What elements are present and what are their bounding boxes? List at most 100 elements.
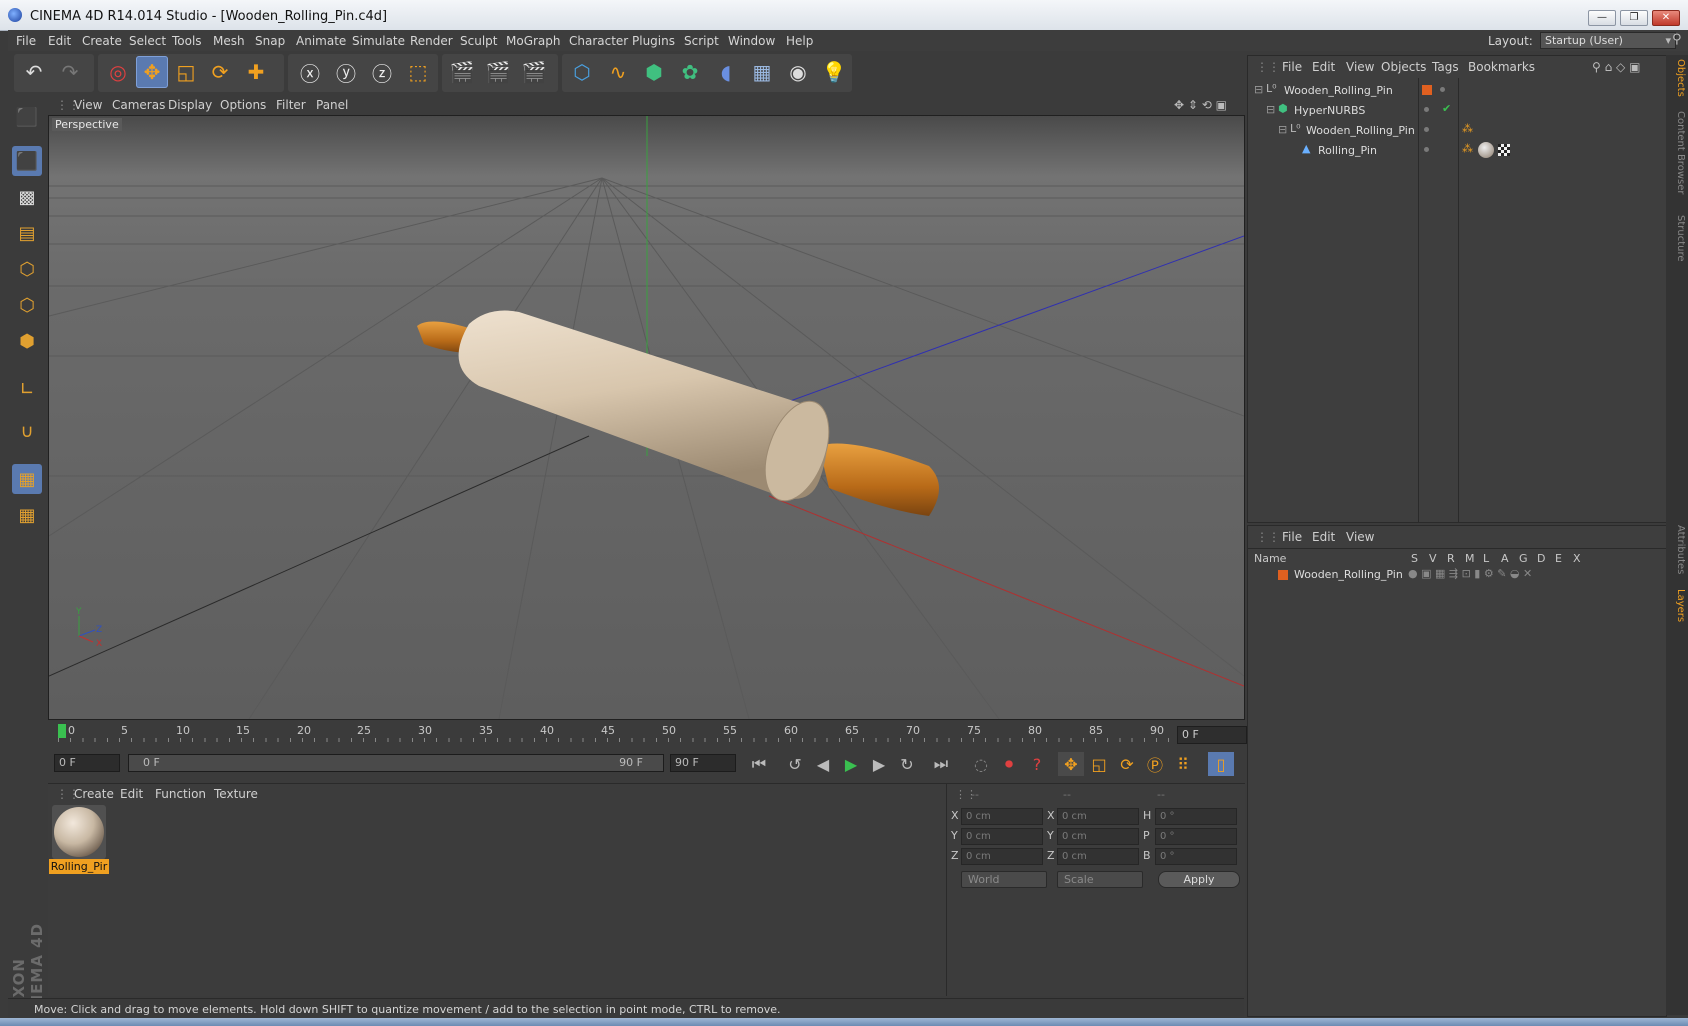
tab-structure[interactable]: Structure	[1668, 215, 1686, 262]
light-icon[interactable]: 💡	[818, 56, 850, 88]
end-frame-field[interactable]: 90 F	[670, 754, 736, 772]
object-name[interactable]: Wooden_Rolling_Pin	[1284, 84, 1393, 97]
recent-tool-icon[interactable]: ✚	[240, 56, 272, 88]
object-row[interactable]: ⊟ L⁰ Wooden_Rolling_Pin	[1248, 81, 1666, 100]
record-active-icon[interactable]: ◌	[968, 752, 994, 776]
menu-edit[interactable]: Edit	[48, 34, 71, 48]
material-name[interactable]: Rolling_Pir	[49, 859, 109, 874]
menu-sculpt[interactable]: Sculpt	[460, 34, 497, 48]
menu-script[interactable]: Script	[684, 34, 719, 48]
tab-objects[interactable]: Objects	[1668, 59, 1686, 97]
pos-y-field[interactable]: 0 cm	[961, 828, 1043, 845]
column-header-a[interactable]: A	[1501, 552, 1509, 565]
maximize-button[interactable]: ❐	[1620, 10, 1648, 26]
deformer-icon[interactable]: ◖	[710, 56, 742, 88]
menu-help[interactable]: Help	[786, 34, 813, 48]
uvw-tag-icon[interactable]	[1498, 144, 1510, 156]
tab-layers[interactable]: Layers	[1668, 589, 1686, 622]
enabled-check-icon[interactable]: ✔	[1442, 102, 1451, 115]
make-editable-icon[interactable]: ⬛	[12, 102, 42, 132]
menu-simulate[interactable]: Simulate	[352, 34, 405, 48]
snap-icon[interactable]: ∪	[12, 416, 42, 446]
object-menu-objects[interactable]: Objects	[1381, 60, 1426, 74]
key-rotation-icon[interactable]: ⟳	[1114, 752, 1140, 776]
go-to-start-icon[interactable]: ⏮	[746, 752, 772, 776]
start-frame-field[interactable]: 0 F	[54, 754, 120, 772]
collapse-icon[interactable]: ⊟	[1254, 83, 1263, 96]
material-menu-edit[interactable]: Edit	[120, 787, 143, 801]
column-header-x[interactable]: X	[1573, 552, 1581, 565]
menu-render[interactable]: Render	[410, 34, 453, 48]
column-header-r[interactable]: R	[1447, 552, 1455, 565]
size-z-field[interactable]: 0 cm	[1057, 848, 1139, 865]
undo-icon[interactable]: ↶	[18, 56, 50, 88]
key-parameter-icon[interactable]: Ⓟ	[1142, 752, 1168, 776]
visibility-dot[interactable]	[1440, 87, 1445, 92]
column-header-d[interactable]: D	[1537, 552, 1545, 565]
layer-menu-file[interactable]: File	[1282, 530, 1302, 544]
collapse-icon[interactable]: ⊟	[1266, 103, 1275, 116]
phong-tag-icon[interactable]: ⁂	[1462, 142, 1473, 155]
column-header-v[interactable]: V	[1429, 552, 1437, 565]
object-manager-tools-icons[interactable]: ⚲ ⌂ ◇ ▣	[1592, 60, 1640, 74]
pos-x-field[interactable]: 0 cm	[961, 808, 1043, 825]
rot-h-field[interactable]: 0 °	[1155, 808, 1237, 825]
viewport-menu-options[interactable]: Options	[220, 98, 266, 112]
y-axis-lock-icon[interactable]: ⓨ	[330, 56, 362, 88]
collapse-icon[interactable]: ⊟	[1278, 123, 1287, 136]
viewport-menu-display[interactable]: Display	[168, 98, 212, 112]
play-icon[interactable]: ▶	[838, 752, 864, 776]
model-mode-icon[interactable]: ⬛	[12, 146, 42, 176]
visibility-dot[interactable]	[1424, 107, 1429, 112]
current-frame-field[interactable]: 0 F	[1177, 726, 1247, 744]
menu-select[interactable]: Select	[129, 34, 166, 48]
locked-workplane-icon[interactable]: ▦	[12, 500, 42, 530]
redo-icon[interactable]: ↷	[54, 56, 86, 88]
object-name[interactable]: Rolling_Pin	[1318, 144, 1377, 157]
layer-name[interactable]: Wooden_Rolling_Pin	[1294, 568, 1403, 581]
render-settings-icon[interactable]: 🎬	[518, 56, 550, 88]
camera-icon[interactable]: ◉	[782, 56, 814, 88]
layer-color-swatch[interactable]	[1278, 570, 1288, 580]
array-icon[interactable]: ✿	[674, 56, 706, 88]
object-row[interactable]: ▲ Rolling_Pin ⁂	[1248, 141, 1666, 160]
size-mode-select[interactable]: Scale	[1057, 871, 1143, 888]
workplane-lock-icon[interactable]: ▦	[12, 464, 42, 494]
keyframe-selection-icon[interactable]: ?	[1024, 752, 1050, 776]
previous-frame-icon[interactable]: ◀	[810, 752, 836, 776]
layout-select[interactable]: Startup (User) ▾	[1540, 32, 1676, 49]
workplane-icon[interactable]: ▤	[12, 218, 42, 248]
layer-row[interactable]: Wooden_Rolling_Pin ● ▣ ▦ ⇶ ⊡ ▮ ⚙ ✎ ◒ ✕	[1248, 566, 1666, 585]
nurbs-icon[interactable]: ⬢	[638, 56, 670, 88]
menu-animate[interactable]: Animate	[296, 34, 346, 48]
axis-mode-icon[interactable]: ∟	[12, 374, 42, 404]
previous-key-icon[interactable]: ↺	[782, 752, 808, 776]
object-menu-edit[interactable]: Edit	[1312, 60, 1335, 74]
material-menu-function[interactable]: Function	[155, 787, 206, 801]
key-position-icon[interactable]: ✥	[1058, 752, 1084, 776]
menu-window[interactable]: Window	[728, 34, 775, 48]
cube-icon[interactable]: ⬡	[566, 56, 598, 88]
menu-file[interactable]: File	[16, 34, 36, 48]
visibility-dot[interactable]	[1424, 127, 1429, 132]
floor-icon[interactable]: ▦	[746, 56, 778, 88]
autokey-icon[interactable]: ⏺	[996, 752, 1022, 776]
close-button[interactable]: ✕	[1652, 10, 1680, 26]
column-header-m[interactable]: M	[1465, 552, 1475, 565]
texture-mode-icon[interactable]: ▩	[12, 182, 42, 212]
layer-menu-view[interactable]: View	[1346, 530, 1374, 544]
points-mode-icon[interactable]: ⬡	[12, 254, 42, 284]
viewport-nav-icons[interactable]: ✥ ⇕ ⟲ ▣	[1174, 98, 1227, 112]
object-row[interactable]: ⊟ ⬢ HyperNURBS ✔	[1248, 101, 1666, 120]
menu-character[interactable]: Character	[569, 34, 628, 48]
timeline-ruler[interactable]: 0 5 10 15 20 25 30 35 40 45 50 55 60 65 …	[48, 722, 1244, 746]
object-menu-bookmarks[interactable]: Bookmarks	[1468, 60, 1535, 74]
size-x-field[interactable]: 0 cm	[1057, 808, 1139, 825]
next-frame-icon[interactable]: ▶	[866, 752, 892, 776]
search-icon[interactable]: ⚲	[1672, 32, 1682, 47]
key-scale-icon[interactable]: ◱	[1086, 752, 1112, 776]
pos-z-field[interactable]: 0 cm	[961, 848, 1043, 865]
object-name[interactable]: Wooden_Rolling_Pin	[1306, 124, 1415, 137]
x-axis-lock-icon[interactable]: ⓧ	[294, 56, 326, 88]
key-pla-icon[interactable]: ⠿	[1170, 752, 1196, 776]
